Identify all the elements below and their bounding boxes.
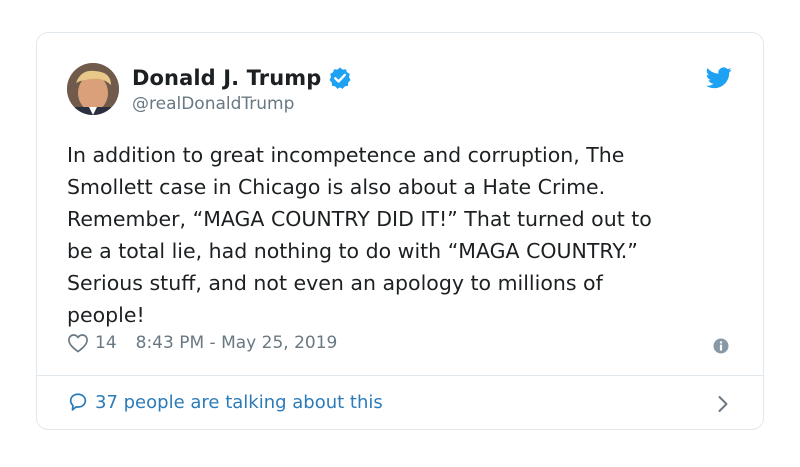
- divider: [37, 375, 763, 376]
- avatar[interactable]: [67, 63, 119, 115]
- author-handle[interactable]: @realDonaldTrump: [132, 94, 294, 114]
- author-row: Donald J. Trump: [132, 66, 352, 90]
- verified-badge-icon: [328, 66, 352, 90]
- conversation-link[interactable]: 37 people are talking about this: [67, 391, 383, 413]
- tweet-meta: 14 8:43 PM - May 25, 2019: [67, 333, 337, 353]
- author-name[interactable]: Donald J. Trump: [132, 66, 321, 90]
- tweet-text: In addition to great incompetence and co…: [67, 143, 652, 327]
- talking-text[interactable]: 37 people are talking about this: [95, 392, 383, 413]
- like-count[interactable]: 14: [95, 333, 117, 353]
- info-icon[interactable]: [713, 338, 729, 354]
- speech-bubble-icon: [67, 391, 89, 413]
- timestamp[interactable]: 8:43 PM - May 25, 2019: [136, 333, 338, 353]
- chevron-right-icon[interactable]: [717, 395, 729, 413]
- tweet-card: Donald J. Trump @realDonaldTrump In addi…: [36, 32, 764, 430]
- twitter-bird-icon[interactable]: [706, 67, 732, 89]
- heart-icon[interactable]: [67, 333, 89, 353]
